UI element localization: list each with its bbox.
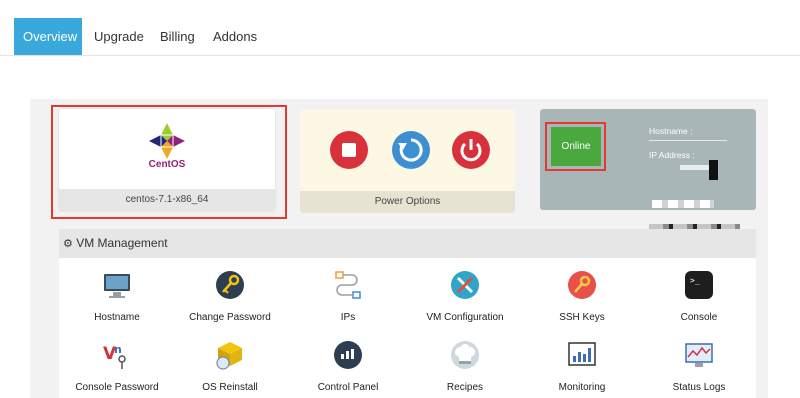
restart-icon — [398, 138, 423, 162]
vm-management-title: VM Management — [76, 236, 168, 250]
chef-hat-icon — [451, 341, 479, 369]
vm-item-ssh-keys[interactable]: SSH Keys — [517, 269, 647, 323]
network-icon — [335, 271, 361, 299]
vm-item-change-password[interactable]: Change Password — [165, 269, 295, 323]
svg-text:n: n — [114, 343, 122, 356]
tab-addons[interactable]: Addons — [204, 18, 266, 55]
vm-item-label: Status Logs — [672, 382, 726, 393]
redacted-text — [652, 200, 714, 208]
tab-overview[interactable]: Overview — [14, 18, 82, 55]
vm-item-label: VM Configuration — [426, 312, 504, 323]
vm-item-label: SSH Keys — [559, 312, 605, 323]
stop-button[interactable] — [330, 131, 368, 169]
vm-item-console[interactable]: >_ Console — [634, 269, 764, 323]
restart-button[interactable] — [392, 131, 430, 169]
vm-item-console-password[interactable]: V n Console Password — [52, 339, 182, 393]
vm-item-status-logs[interactable]: Status Logs — [634, 339, 764, 393]
vm-item-label: Console — [680, 312, 718, 323]
svg-text:>_: >_ — [690, 276, 700, 285]
vm-item-label: OS Reinstall — [202, 382, 258, 393]
vnc-icon: V n — [103, 343, 126, 369]
vm-item-control-panel[interactable]: Control Panel — [283, 339, 413, 393]
status-logs-icon — [685, 343, 713, 367]
redacted-block — [709, 160, 718, 180]
vm-item-monitoring[interactable]: Monitoring — [517, 339, 647, 393]
hostname-label: Hostname : — [649, 126, 693, 136]
reinstall-icon — [216, 342, 242, 370]
power-icon — [460, 139, 482, 162]
vm-item-label: Monitoring — [558, 382, 606, 393]
os-card-highlight — [51, 105, 287, 219]
vm-item-label: Recipes — [446, 382, 484, 393]
tools-icon — [451, 271, 479, 299]
vm-item-label: Hostname — [94, 312, 140, 323]
monitor-icon — [104, 274, 130, 298]
vm-item-recipes[interactable]: Recipes — [400, 339, 530, 393]
key-icon — [216, 271, 244, 299]
chart-icon — [568, 342, 596, 366]
ssh-key-icon — [568, 271, 596, 299]
vm-item-label: Console Password — [75, 382, 159, 393]
vm-item-hostname[interactable]: Hostname — [52, 269, 182, 323]
tab-upgrade[interactable]: Upgrade — [85, 18, 153, 55]
terminal-icon: >_ — [685, 271, 713, 299]
redacted-ip — [680, 165, 710, 170]
ip-address-label: IP Address : — [649, 150, 695, 160]
gear-icon: ⚙ — [63, 238, 73, 250]
tab-billing[interactable]: Billing — [151, 18, 204, 55]
hostname-divider — [649, 140, 727, 141]
control-panel-icon — [334, 341, 362, 369]
vm-management-header: ⚙ VM Management — [59, 229, 756, 258]
power-button[interactable] — [452, 131, 490, 169]
vm-item-label: Change Password — [189, 312, 271, 323]
vm-management-grid: Hostname Change Password IPs VM Configur… — [59, 258, 756, 398]
vm-item-ips[interactable]: IPs — [283, 269, 413, 323]
vm-item-os-reinstall[interactable]: OS Reinstall — [165, 339, 295, 393]
stop-icon — [342, 143, 356, 157]
tab-bar: Overview Upgrade Billing Addons — [0, 0, 800, 56]
vm-item-vm-configuration[interactable]: VM Configuration — [400, 269, 530, 323]
power-options-card: Power Options — [300, 109, 515, 213]
vm-item-label: Control Panel — [317, 382, 379, 393]
status-highlight — [545, 122, 606, 171]
vm-item-label: IPs — [340, 312, 356, 323]
power-options-label: Power Options — [300, 191, 515, 213]
